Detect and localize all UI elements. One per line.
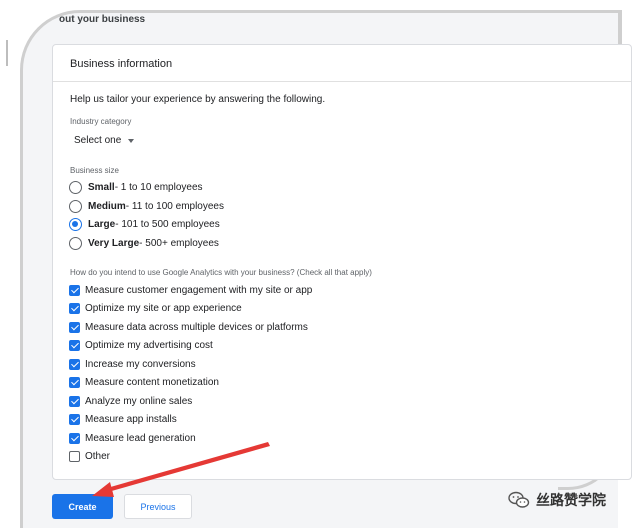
intro-text: Help us tailor your experience by answer…	[70, 94, 326, 105]
size-option-desc: - 11 to 100 employees	[125, 201, 224, 212]
watermark-text: 丝路赞学院	[536, 492, 606, 508]
wechat-icon	[508, 491, 530, 508]
size-option-name: Very Large	[88, 238, 140, 249]
card-title: Business information	[53, 45, 631, 82]
usage-option-lead-generation[interactable]: Measure lead generation	[69, 433, 196, 444]
checkbox-checked[interactable]	[69, 377, 80, 388]
checkbox-checked[interactable]	[69, 359, 80, 370]
side-mark	[6, 40, 8, 66]
checkbox-unchecked[interactable]	[69, 451, 80, 462]
usage-option-label: Measure customer engagement with my site…	[85, 285, 313, 296]
industry-category-label: Industry category	[70, 117, 132, 126]
industry-category-value: Select one	[74, 135, 122, 146]
usage-option-label: Measure data across multiple devices or …	[85, 322, 308, 333]
size-option-small[interactable]: Small - 1 to 10 employees	[69, 181, 203, 194]
usage-option-label: Measure lead generation	[85, 433, 196, 444]
size-option-name: Small	[88, 182, 115, 193]
size-option-desc: - 1 to 10 employees	[114, 182, 203, 193]
usage-option-multi-device[interactable]: Measure data across multiple devices or …	[69, 322, 308, 333]
usage-option-app-installs[interactable]: Measure app installs	[69, 414, 177, 425]
usage-option-advertising-cost[interactable]: Optimize my advertising cost	[69, 340, 213, 351]
checkbox-checked[interactable]	[69, 322, 80, 333]
checkbox-checked[interactable]	[69, 414, 80, 425]
radio-button[interactable]	[69, 237, 82, 250]
usage-option-label: Optimize my advertising cost	[85, 340, 213, 351]
size-option-name: Large	[88, 219, 116, 230]
business-information-card: Business information Help us tailor your…	[52, 44, 632, 480]
section-title: out your business	[59, 14, 146, 25]
size-option-very-large[interactable]: Very Large - 500+ employees	[69, 237, 219, 250]
size-option-medium[interactable]: Medium - 11 to 100 employees	[69, 200, 224, 213]
size-option-large[interactable]: Large - 101 to 500 employees	[69, 218, 220, 231]
checkbox-checked[interactable]	[69, 433, 80, 444]
usage-option-conversions[interactable]: Increase my conversions	[69, 359, 196, 370]
usage-option-other[interactable]: Other	[69, 451, 110, 462]
usage-option-label: Other	[85, 451, 111, 462]
usage-option-label: Measure content monetization	[85, 377, 219, 388]
usage-question-label: How do you intend to use Google Analytic…	[70, 268, 372, 277]
usage-option-label: Analyze my online sales	[85, 396, 193, 407]
radio-button[interactable]	[69, 181, 82, 194]
business-size-label: Business size	[70, 166, 119, 175]
checkbox-checked[interactable]	[69, 340, 80, 351]
size-option-desc: - 500+ employees	[139, 238, 219, 249]
industry-category-select[interactable]: Select one	[74, 135, 135, 146]
previous-button[interactable]: Previous	[124, 494, 192, 519]
size-option-name: Medium	[88, 201, 126, 212]
usage-option-customer-engagement[interactable]: Measure customer engagement with my site…	[69, 285, 312, 296]
usage-option-label: Increase my conversions	[85, 359, 196, 370]
usage-option-content-monetization[interactable]: Measure content monetization	[69, 377, 219, 388]
usage-option-label: Measure app installs	[85, 414, 177, 425]
usage-option-online-sales[interactable]: Analyze my online sales	[69, 396, 192, 407]
usage-option-label: Optimize my site or app experience	[85, 303, 242, 314]
radio-button-selected[interactable]	[69, 218, 82, 231]
watermark: 丝路赞学院	[508, 490, 606, 510]
create-button[interactable]: Create	[52, 494, 113, 519]
radio-button[interactable]	[69, 200, 82, 213]
checkbox-checked[interactable]	[69, 303, 80, 314]
usage-option-optimize-experience[interactable]: Optimize my site or app experience	[69, 303, 242, 314]
checkbox-checked[interactable]	[69, 396, 80, 407]
caret-down-icon	[128, 138, 135, 143]
size-option-desc: - 101 to 500 employees	[115, 219, 220, 230]
checkbox-checked[interactable]	[69, 285, 80, 296]
